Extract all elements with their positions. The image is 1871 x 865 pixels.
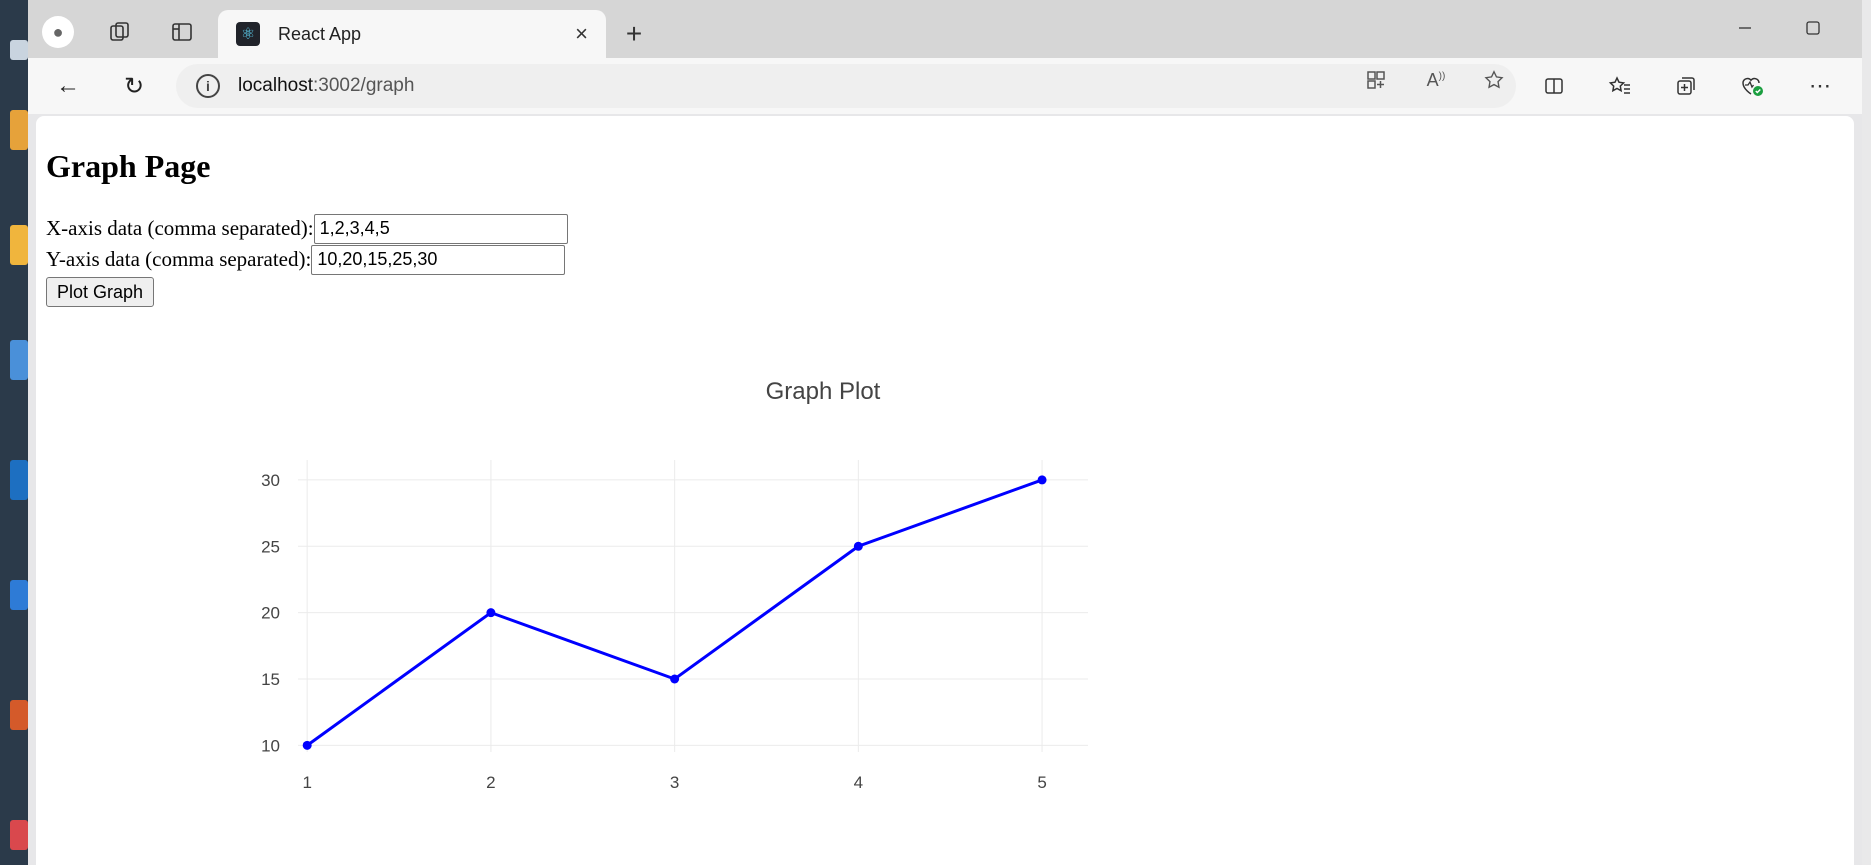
data-point [853,541,863,551]
y-tick-label: 25 [261,537,280,556]
y-tick-label: 15 [261,670,280,689]
profile-button[interactable]: ● [40,14,76,50]
back-button[interactable]: ← [48,68,88,104]
title-bar: ● ⚛ React App × + [28,0,1862,58]
data-point [302,740,312,750]
y-tick-label: 20 [261,604,280,623]
y-axis-label: Y-axis data (comma separated): [46,247,312,271]
app-available-icon[interactable] [1358,66,1394,94]
site-info-icon[interactable]: i [196,74,220,98]
workspaces-icon[interactable] [102,14,138,50]
reload-button[interactable]: ↻ [114,68,154,104]
browser-essentials-icon[interactable] [1732,68,1772,104]
url-path: :3002/graph [313,75,415,96]
x-axis-input[interactable] [313,213,568,244]
x-tick-label: 1 [302,773,311,792]
address-bar[interactable]: i localhost:3002/graph [176,64,1516,108]
tab-title: React App [278,23,362,44]
y-tick-label: 30 [261,471,280,490]
page-title: Graph Page [46,148,211,184]
plot-graph-button[interactable]: Plot Graph [46,277,155,307]
browser-toolbar: ← ↻ i localhost:3002/graph A)) ⋯ [28,58,1862,114]
x-axis-row: X-axis data (comma separated): [46,213,1844,244]
react-icon: ⚛ [236,22,260,46]
y-axis-input[interactable] [311,244,566,275]
minimize-button[interactable] [1722,10,1768,46]
chart-title: Graph Plot [766,378,881,405]
y-axis-row: Y-axis data (comma separated): [46,244,1844,275]
favorites-icon[interactable] [1600,68,1640,104]
favorite-star-icon[interactable] [1476,66,1512,94]
chart-tick-labels: 1 2 3 4 5 10 15 20 25 30 [261,471,1047,792]
data-point [486,608,496,618]
x-tick-label: 4 [854,773,863,792]
x-tick-label: 3 [670,773,679,792]
split-screen-icon[interactable] [1534,68,1574,104]
collections-icon[interactable] [1666,68,1706,104]
y-tick-label: 10 [261,736,280,755]
x-tick-label: 2 [486,773,495,792]
x-tick-label: 5 [1037,773,1046,792]
tab-react-app[interactable]: ⚛ React App × [218,10,606,58]
chart-grid [298,460,1088,752]
more-options-icon[interactable]: ⋯ [1800,68,1840,104]
close-icon[interactable]: × [575,21,588,47]
x-axis-label: X-axis data (comma separated): [46,216,314,240]
maximize-button[interactable] [1790,10,1836,46]
url-host: localhost [238,75,313,96]
desktop-background-left [0,0,28,865]
data-point [1037,475,1047,485]
browser-window: ● ⚛ React App × + ← ↻ i localhost:3002/g… [28,0,1862,865]
vertical-tabs-icon[interactable] [164,14,200,50]
new-tab-button[interactable]: + [616,16,652,52]
page-content: Graph Page X-axis data (comma separated)… [36,116,1854,865]
data-point [670,674,680,684]
graph-plot-chart: Graph Plot 1 2 3 4 5 10 15 20 25 30 [261,378,1088,792]
read-aloud-icon[interactable]: A)) [1418,66,1454,94]
profile-icon: ● [42,16,74,48]
